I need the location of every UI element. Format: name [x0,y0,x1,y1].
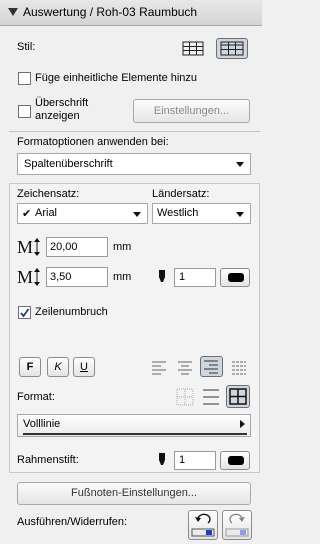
align-justify-icon[interactable] [229,358,249,376]
text-pen-color-button[interactable] [220,268,250,287]
chevron-down-icon [236,162,244,167]
italic-button[interactable]: K [47,357,69,377]
country-label: Ländersatz: [152,188,210,200]
settings-button[interactable]: Einstellungen... [133,99,250,123]
text-width-icon: M [17,267,43,287]
title-bar[interactable]: Auswertung / Roh-03 Raumbuch [0,0,262,26]
text-pen-input[interactable]: 1 [174,268,216,287]
line-type-value: Volllinie [23,418,61,430]
chevron-down-icon [236,212,244,217]
color-swatch [228,273,244,282]
collapse-triangle-icon[interactable] [8,8,18,16]
text-spacing-value: 3,50 [50,271,72,283]
text-spacing-input[interactable]: 3,50 [46,267,108,287]
align-center-icon[interactable] [175,358,195,376]
text-spacing-unit: mm [113,271,132,283]
country-select[interactable]: Westlich [152,203,251,224]
pen-icon [157,452,167,468]
word-wrap-checkbox[interactable] [18,306,31,319]
uniform-elements-checkbox[interactable] [18,72,31,85]
check-icon [20,308,30,318]
table-header-icon [220,41,244,56]
color-swatch [228,456,244,465]
border-horizontal-icon[interactable] [201,387,221,407]
style-label: Stil: [17,41,36,53]
charset-value: Arial [35,207,58,219]
chevron-right-icon [240,420,245,428]
undo-redo-label: Ausführen/Widerrufen: [17,516,128,528]
align-right-icon [204,360,218,374]
border-pen-value: 1 [179,454,186,466]
text-size-input[interactable]: 20,00 [46,237,108,257]
border-none-icon[interactable] [175,387,195,407]
footnote-settings-button[interactable]: Fußnoten-Einstellungen... [17,482,251,505]
svg-text:M: M [17,267,33,287]
pen-icon [157,269,167,285]
uniform-elements-label: Füge einheitliche Elemente hinzu [35,72,198,84]
style-grid-header-button[interactable] [216,38,248,59]
show-header-checkbox[interactable] [18,105,31,118]
text-height-icon: M [17,237,43,257]
undo-button[interactable] [188,510,218,540]
window-title: Auswertung / Roh-03 Raumbuch [23,5,198,19]
redo-icon [225,513,249,537]
country-value: Westlich [157,207,199,219]
charset-label: Zeichensatz: [17,188,80,200]
format-apply-label: Formatoptionen anwenden bei: [17,136,169,148]
line-preview [23,433,247,435]
undo-icon [191,513,215,537]
divider [9,131,260,132]
border-all-button[interactable] [226,385,250,408]
charset-select[interactable]: ✔ Arial [17,203,148,224]
show-header-label-line1: Überschrift [35,97,89,109]
format-apply-value: Spaltenüberschrift [24,158,113,170]
svg-text:M: M [17,237,33,257]
border-pen-input[interactable]: 1 [174,451,216,470]
redo-button[interactable] [222,510,252,540]
underline-button[interactable]: U [73,357,95,377]
border-pen-label: Rahmenstift: [17,454,79,466]
align-right-button[interactable] [200,356,223,377]
line-type-select[interactable]: Volllinie [17,414,251,437]
word-wrap-label: Zeilenumbruch [35,306,108,318]
show-header-label-line2: anzeigen [35,110,80,122]
format-label: Format: [17,391,55,403]
format-apply-select[interactable]: Spaltenüberschrift [17,153,251,175]
text-pen-value: 1 [179,271,186,283]
chevron-down-icon [133,212,141,217]
align-left-icon[interactable] [149,358,169,376]
table-grid-icon [182,41,204,56]
text-size-value: 20,00 [50,241,78,253]
text-size-unit: mm [113,241,132,253]
check-icon: ✔ [22,208,32,220]
border-all-icon [229,388,247,405]
style-grid-button[interactable] [179,38,208,59]
border-pen-color-button[interactable] [220,451,250,470]
show-header-label: Überschrift anzeigen [35,97,88,123]
bold-button[interactable]: F [19,357,41,377]
